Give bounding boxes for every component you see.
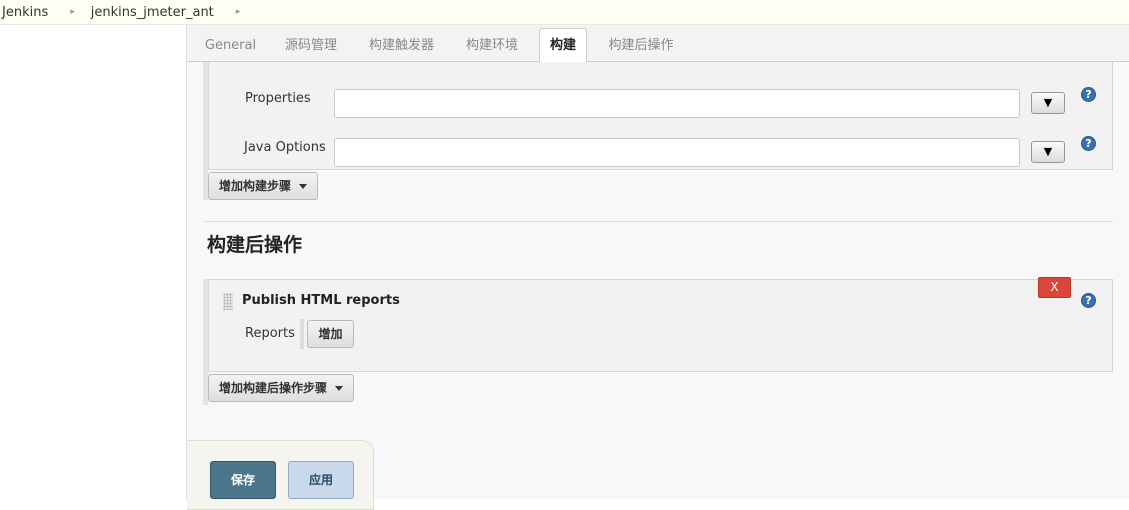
properties-field[interactable] xyxy=(334,89,1020,118)
post-build-section-title: 构建后操作 xyxy=(207,234,303,256)
publisher-title: Publish HTML reports xyxy=(242,293,400,308)
save-button[interactable]: 保存 xyxy=(210,461,276,499)
delete-publisher-button[interactable]: X xyxy=(1038,277,1071,298)
tab-build-triggers[interactable]: 构建触发器 xyxy=(359,29,444,62)
reports-label: Reports xyxy=(245,326,295,341)
caret-down-icon xyxy=(335,386,344,391)
properties-expand-button[interactable]: ▼ xyxy=(1031,92,1065,114)
breadcrumb-separator-icon[interactable]: ▸ xyxy=(236,7,241,17)
java-options-help-icon[interactable]: ? xyxy=(1081,136,1096,151)
publish-html-panel: Publish HTML reports X ? Reports 增加 xyxy=(208,277,1113,372)
breadcrumb-separator-icon[interactable]: ▸ xyxy=(70,7,75,17)
sidebar xyxy=(0,25,187,499)
apply-button[interactable]: 应用 xyxy=(288,461,354,499)
java-options-label: Java Options xyxy=(244,140,326,155)
add-report-button[interactable]: 增加 xyxy=(307,320,354,348)
caret-down-icon xyxy=(299,184,308,189)
add-post-build-step-button[interactable]: 增加构建后操作步骤 xyxy=(208,374,354,402)
tab-scm[interactable]: 源码管理 xyxy=(275,29,347,62)
add-build-step-label: 增加构建步骤 xyxy=(219,179,292,193)
tab-build-environment[interactable]: 构建环境 xyxy=(455,29,529,62)
section-divider xyxy=(203,221,1113,222)
publisher-help-icon[interactable]: ? xyxy=(1081,293,1096,308)
tab-post-build[interactable]: 构建后操作 xyxy=(598,29,684,62)
properties-help-icon[interactable]: ? xyxy=(1081,87,1096,102)
java-options-expand-button[interactable]: ▼ xyxy=(1031,141,1065,163)
config-tabs: General 源码管理 构建触发器 构建环境 构建 构建后操作 xyxy=(187,25,1129,63)
drag-handle-icon[interactable] xyxy=(223,293,233,310)
properties-label: Properties xyxy=(245,91,311,106)
reports-bar xyxy=(300,319,304,349)
add-build-step-button[interactable]: 增加构建步骤 xyxy=(208,172,318,200)
breadcrumb-job[interactable]: jenkins_jmeter_ant xyxy=(89,5,214,20)
java-options-field[interactable] xyxy=(334,138,1020,167)
breadcrumb-jenkins[interactable]: Jenkins xyxy=(0,5,48,20)
main-content: General 源码管理 构建触发器 构建环境 构建 构建后操作 Propert… xyxy=(187,25,1129,510)
tab-general[interactable]: General xyxy=(197,29,264,62)
build-step-panel: Properties ▼ ? Java Options ▼ ? xyxy=(208,62,1113,170)
tab-build[interactable]: 构建 xyxy=(539,28,587,63)
add-post-build-step-label: 增加构建后操作步骤 xyxy=(219,381,328,395)
breadcrumb: Jenkins ▸ jenkins_jmeter_ant ▸ xyxy=(0,0,1129,25)
